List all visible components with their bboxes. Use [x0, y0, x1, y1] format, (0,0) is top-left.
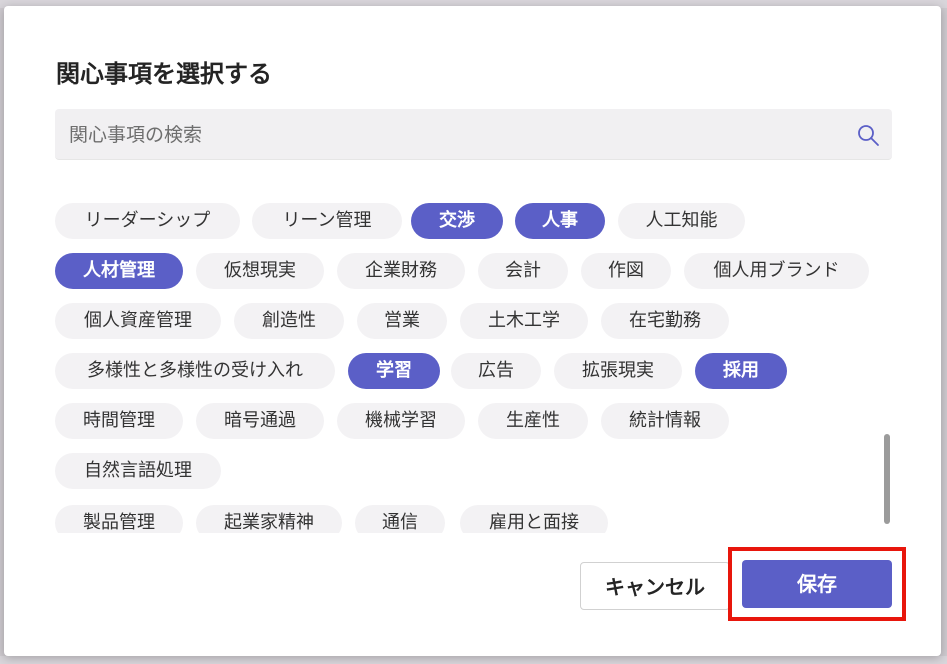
scrollbar-thumb[interactable] — [884, 434, 890, 524]
interest-chip[interactable]: 在宅勤務 — [601, 303, 729, 339]
interest-chip[interactable]: 自然言語処理 — [55, 453, 221, 489]
chip-list-scrollbar[interactable] — [884, 434, 890, 524]
interest-chip[interactable]: 製品管理 — [55, 505, 183, 533]
interest-chip[interactable]: 仮想現実 — [196, 253, 324, 289]
interests-dialog: 関心事項を選択する リーダーシップ リーン管理 交渉 人事 人工知能 人材管理 … — [4, 6, 941, 656]
interest-chip[interactable]: 通信 — [355, 505, 445, 533]
interest-chip[interactable]: 個人用ブランド — [684, 253, 869, 289]
dialog-title: 関心事項を選択する — [56, 60, 272, 88]
interest-chip[interactable]: 採用 — [695, 353, 787, 389]
interest-chip[interactable]: 交渉 — [411, 203, 503, 239]
interest-chip[interactable]: 人材管理 — [55, 253, 183, 289]
search-box[interactable] — [55, 109, 892, 161]
interest-chip[interactable]: 拡張現実 — [554, 353, 682, 389]
interest-chip[interactable]: 多様性と多様性の受け入れ — [55, 353, 335, 389]
background-app-bottom — [0, 656, 947, 664]
cancel-button[interactable]: キャンセル — [580, 562, 730, 610]
interest-chip[interactable]: 人工知能 — [618, 203, 745, 239]
interest-chip[interactable]: 個人資産管理 — [55, 303, 221, 339]
interest-chip[interactable]: 起業家精神 — [196, 505, 342, 533]
interest-chip[interactable]: リーン管理 — [252, 203, 402, 239]
interest-chip[interactable]: 企業財務 — [337, 253, 465, 289]
interest-chip[interactable]: 人事 — [515, 203, 605, 239]
interest-chip[interactable]: 統計情報 — [601, 403, 729, 439]
interest-chip[interactable]: 暗号通過 — [196, 403, 324, 439]
interest-chip[interactable]: 作図 — [581, 253, 671, 289]
interest-chip[interactable]: 時間管理 — [55, 403, 183, 439]
interest-chip[interactable]: 生産性 — [478, 403, 588, 439]
search-icon[interactable] — [856, 123, 880, 147]
interest-chip-list: リーダーシップ リーン管理 交渉 人事 人工知能 人材管理 仮想現実 企業財務 … — [55, 203, 870, 533]
interest-chip[interactable]: 機械学習 — [337, 403, 465, 439]
interest-chip[interactable]: 学習 — [348, 353, 440, 389]
save-button-highlight — [728, 547, 906, 621]
interest-chip[interactable]: 雇用と面接 — [460, 505, 608, 533]
interest-chip[interactable]: 創造性 — [234, 303, 344, 339]
interest-chip[interactable]: リーダーシップ — [55, 203, 240, 239]
interest-chip[interactable]: 会計 — [478, 253, 568, 289]
interest-chip[interactable]: 営業 — [357, 303, 447, 339]
interest-chip[interactable]: 土木工学 — [460, 303, 588, 339]
interest-chip[interactable]: 広告 — [451, 353, 541, 389]
search-input[interactable] — [67, 109, 841, 161]
